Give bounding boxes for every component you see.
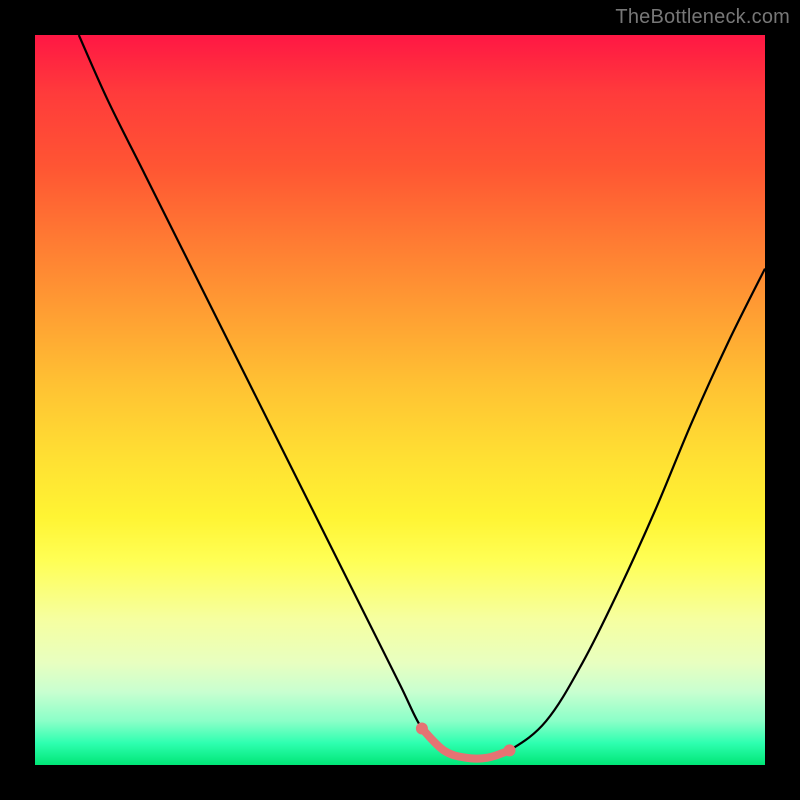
highlight-dot — [416, 723, 428, 735]
watermark-text: TheBottleneck.com — [615, 6, 790, 29]
curve-svg — [35, 35, 765, 765]
highlight-segment-path — [422, 729, 510, 759]
chart-frame: TheBottleneck.com — [0, 0, 800, 800]
highlight-dot — [504, 744, 516, 756]
bottleneck-curve — [79, 35, 765, 759]
plot-area — [35, 35, 765, 765]
